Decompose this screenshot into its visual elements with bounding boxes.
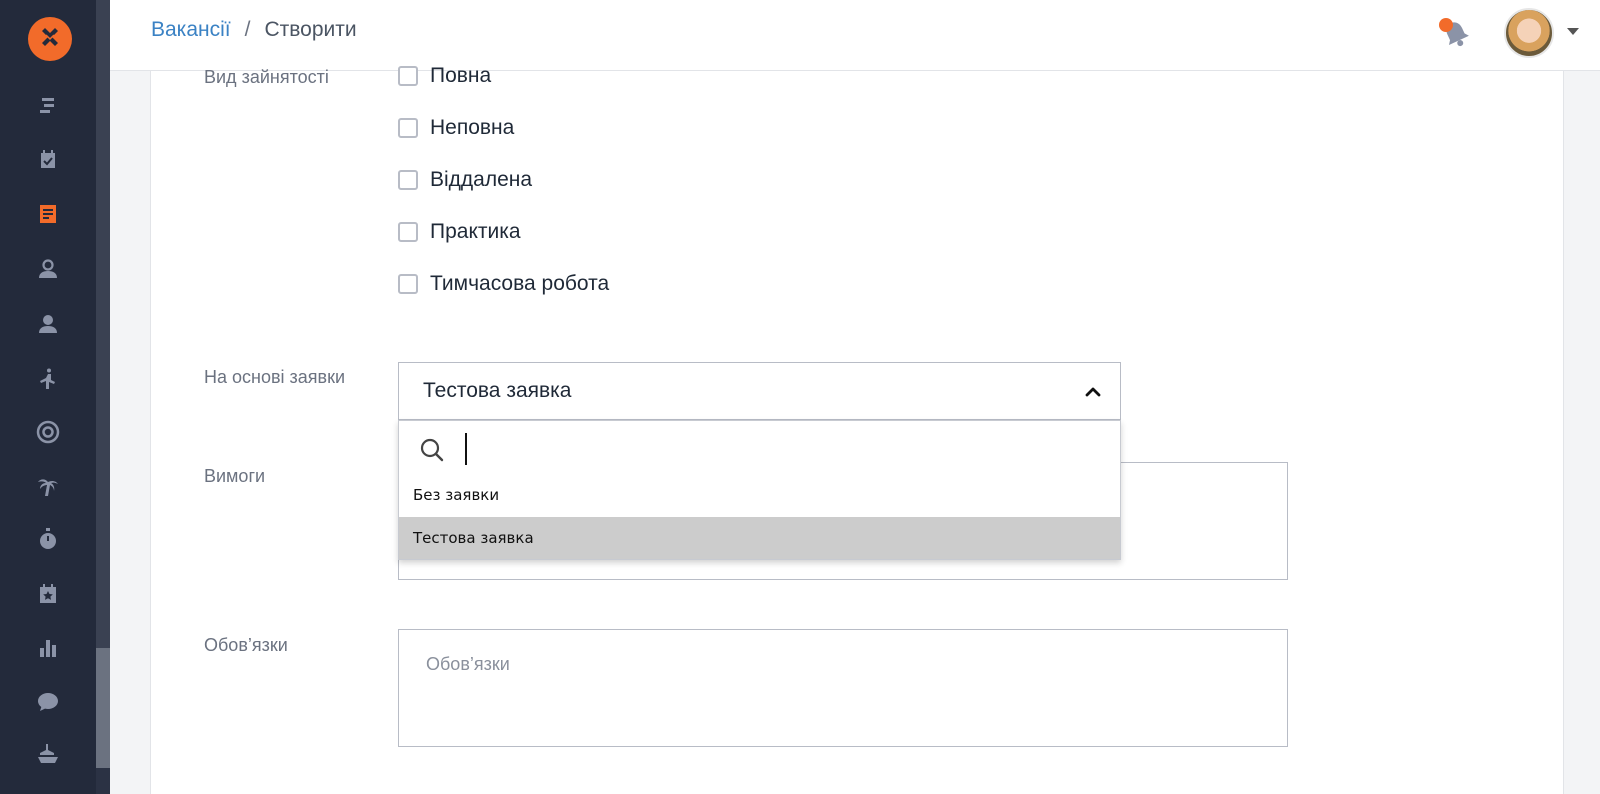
checkbox[interactable]: [398, 66, 418, 86]
dropdown-option-test-request[interactable]: Тестова заявка: [399, 517, 1120, 559]
ship-icon: [38, 744, 58, 763]
checkbox[interactable]: [398, 170, 418, 190]
breadcrumb-current: Створити: [264, 18, 357, 41]
calendar-star-icon: [40, 584, 56, 603]
sidebar-item-tasks[interactable]: [34, 146, 62, 174]
document-icon: [40, 205, 56, 223]
duties-field[interactable]: [398, 629, 1288, 747]
request-dropdown: Без заявки Тестова заявка: [398, 420, 1121, 560]
request-select-value: Тестова заявка: [423, 379, 572, 402]
sidebar-scrollbar[interactable]: [96, 0, 110, 794]
request-label: На основі заявки: [204, 367, 346, 387]
checkbox[interactable]: [398, 118, 418, 138]
app-logo[interactable]: [28, 17, 72, 61]
checkbox-label: Тимчасова робота: [430, 272, 610, 295]
breadcrumb: Вакансії / Створити: [151, 18, 357, 42]
checkbox[interactable]: [398, 222, 418, 242]
sidebar-item-vacancies[interactable]: [34, 200, 62, 228]
stopwatch-icon: [40, 528, 56, 549]
user-avatar[interactable]: [1504, 8, 1554, 58]
calendar-check-icon: [41, 150, 55, 168]
request-select[interactable]: Тестова заявка: [398, 362, 1121, 420]
logo-icon: [42, 28, 58, 46]
stacked-bars-icon: [40, 98, 54, 113]
checkbox-label: Неповна: [430, 116, 515, 139]
user-outline-icon: [39, 259, 57, 278]
employment-option-remote[interactable]: Віддалена: [398, 168, 532, 192]
sidebar-item-employees[interactable]: [34, 310, 62, 338]
employment-option-full[interactable]: Повна: [398, 64, 491, 88]
search-icon: [420, 438, 444, 462]
sidebar-item-goals[interactable]: [34, 418, 62, 446]
text-cursor: [465, 433, 467, 465]
sidebar-item-vacations[interactable]: [34, 472, 62, 500]
breadcrumb-vacancies-link[interactable]: Вакансії: [151, 18, 231, 42]
palm-tree-icon: [38, 479, 58, 496]
checkbox-label: Віддалена: [430, 168, 533, 191]
scrollbar-track: [96, 0, 110, 648]
notification-badge: [1439, 18, 1453, 32]
dropdown-search: [399, 421, 1120, 479]
employment-type-label: Вид зайнятості: [204, 67, 329, 87]
target-icon: [36, 420, 60, 444]
dropdown-search-input[interactable]: [471, 431, 1091, 469]
chevron-down-icon[interactable]: [1567, 28, 1579, 35]
checkbox-label: Практика: [430, 220, 521, 243]
sidebar-item-dashboard[interactable]: [34, 92, 62, 120]
dropdown-option-no-request[interactable]: Без заявки: [399, 474, 1120, 516]
employment-option-part-time[interactable]: Неповна: [398, 116, 514, 140]
sidebar-item-timetracking[interactable]: [34, 525, 62, 553]
breadcrumb-separator: /: [244, 18, 251, 41]
chevron-up-icon[interactable]: [1084, 383, 1102, 401]
sidebar-item-candidates[interactable]: [34, 255, 62, 283]
checkbox-label: Повна: [430, 64, 492, 87]
yoga-icon: [40, 368, 55, 389]
chat-icon: [38, 693, 58, 711]
sidebar-item-events[interactable]: [34, 580, 62, 608]
scrollbar-thumb[interactable]: [96, 648, 110, 768]
sidebar-item-messages[interactable]: [34, 688, 62, 716]
sidebar-item-onboarding[interactable]: [34, 740, 62, 768]
top-header: Вакансії / Створити: [110, 0, 1600, 71]
employment-option-internship[interactable]: Практика: [398, 220, 521, 244]
user-icon: [39, 315, 57, 333]
requirements-label: Вимоги: [204, 466, 266, 486]
sidebar-item-wellness[interactable]: [34, 365, 62, 393]
bar-chart-icon: [40, 640, 56, 657]
employment-option-temporary[interactable]: Тимчасова робота: [398, 272, 609, 296]
duties-label: Обов’язки: [204, 635, 288, 655]
sidebar-item-reports[interactable]: [34, 634, 62, 662]
sidebar: [0, 0, 96, 794]
checkbox[interactable]: [398, 274, 418, 294]
